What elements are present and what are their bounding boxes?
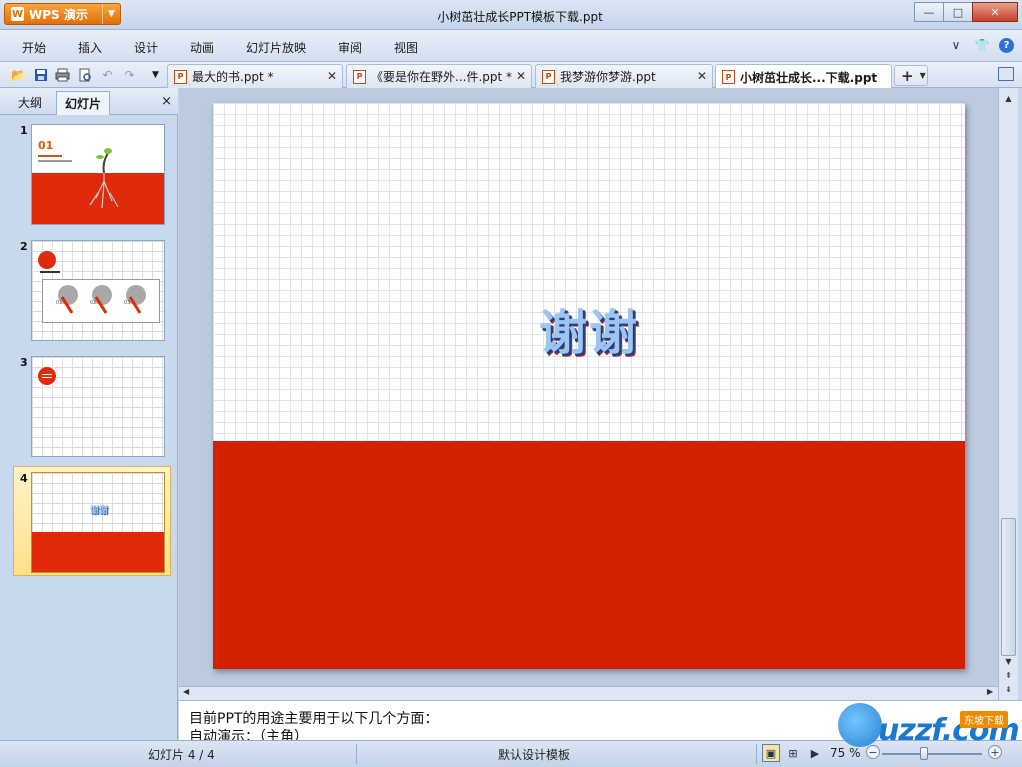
doc-tab-2[interactable]: P 《要是你在野外...件.ppt * ✕ bbox=[346, 64, 532, 88]
slide-red-band bbox=[213, 441, 965, 669]
slide-sorter-icon[interactable]: ⊞ bbox=[784, 744, 802, 762]
menu-bar: 开始 插入 设计 动画 幻灯片放映 审阅 视图 ∨ 👕 ? bbox=[0, 30, 1022, 62]
menu-slideshow[interactable]: 幻灯片放映 bbox=[246, 39, 306, 56]
tab-outline[interactable]: 大纲 bbox=[18, 94, 42, 111]
watermark-badge: 东坡下载 bbox=[960, 711, 1008, 728]
close-button[interactable]: ✕ bbox=[972, 2, 1018, 22]
tab-close-icon[interactable]: ✕ bbox=[516, 69, 526, 83]
slide-grid-background bbox=[213, 103, 965, 441]
thumb-label: 01 bbox=[56, 300, 63, 306]
quick-access-toolbar: 📂 ↶ ↷ ▼ P 最大的书.ppt * ✕ P 《要是你在野外...件.ppt… bbox=[0, 62, 1022, 89]
window-title: 小树茁壮成长PPT模板下载.ppt bbox=[437, 10, 603, 24]
slide-thumbnail-4[interactable]: 谢谢 bbox=[31, 472, 165, 573]
wps-logo-icon: W bbox=[11, 7, 24, 21]
slide-editor[interactable]: 谢谢 bbox=[213, 103, 965, 669]
save-icon[interactable] bbox=[32, 66, 49, 83]
ppt-file-icon: P bbox=[542, 69, 555, 84]
bubbles-diagram bbox=[58, 285, 146, 314]
minimize-button[interactable]: — bbox=[914, 2, 944, 22]
doc-tab-label: 《要是你在野外...件.ppt * bbox=[371, 70, 513, 84]
open-icon[interactable]: 📂 bbox=[10, 66, 27, 83]
thumb-heading: 01 bbox=[38, 139, 54, 152]
prev-slide-icon[interactable]: ⇞ bbox=[1001, 668, 1016, 683]
doc-tab-1[interactable]: P 最大的书.ppt * ✕ bbox=[167, 64, 343, 88]
slides-panel: 大纲 幻灯片 × 1 01 2 01 02 03 3 4 谢谢 bbox=[0, 88, 178, 739]
tab-close-icon[interactable]: ✕ bbox=[697, 69, 707, 83]
doc-tab-4[interactable]: P 小树茁壮成长...下载.ppt bbox=[715, 64, 892, 89]
title-bar: W WPS 演示 ▼ 小树茁壮成长PPT模板下载.ppt — □ ✕ bbox=[0, 0, 1022, 30]
normal-view-icon[interactable]: ▣ bbox=[762, 744, 780, 762]
slide-title-text[interactable]: 谢谢 bbox=[213, 293, 965, 363]
scroll-up-icon[interactable]: ▲ bbox=[1001, 91, 1016, 106]
redo-icon[interactable]: ↷ bbox=[121, 66, 138, 83]
wps-menu-button[interactable]: W WPS 演示 ▼ bbox=[4, 3, 121, 25]
scroll-down-icon[interactable]: ▼ bbox=[1001, 654, 1016, 669]
chevron-down-icon[interactable]: ▼ bbox=[920, 71, 926, 80]
new-tab-button[interactable]: + ▼ bbox=[894, 65, 928, 86]
thumb-title: 谢谢 bbox=[89, 506, 108, 516]
tab-close-icon[interactable]: ✕ bbox=[327, 69, 337, 83]
doc-tab-label: 我梦游你梦游.ppt bbox=[560, 70, 656, 84]
tab-slides[interactable]: 幻灯片 bbox=[56, 91, 111, 115]
slide-canvas-area: 谢谢 bbox=[179, 88, 998, 686]
ppt-file-icon: P bbox=[722, 70, 735, 84]
slide-thumbnail-1[interactable]: 01 bbox=[31, 124, 165, 225]
close-panel-icon[interactable]: × bbox=[161, 94, 172, 109]
menu-home[interactable]: 开始 bbox=[22, 39, 46, 56]
menu-design[interactable]: 设计 bbox=[134, 39, 158, 56]
scroll-left-icon[interactable]: ◀ bbox=[183, 687, 189, 696]
slide-number: 3 bbox=[20, 356, 28, 369]
ppt-file-icon: P bbox=[353, 69, 366, 84]
scroll-right-icon[interactable]: ▶ bbox=[987, 687, 993, 696]
next-slide-icon[interactable]: ⇟ bbox=[1001, 682, 1016, 697]
skin-icon[interactable]: 👕 bbox=[973, 36, 991, 54]
menu-animation[interactable]: 动画 bbox=[190, 39, 214, 56]
menu-review[interactable]: 审阅 bbox=[338, 39, 362, 56]
wps-brand-label: WPS 演示 bbox=[29, 7, 88, 22]
doc-tab-label: 最大的书.ppt * bbox=[192, 70, 274, 84]
ppt-file-icon: P bbox=[174, 69, 187, 84]
slide-number: 1 bbox=[20, 124, 28, 137]
maximize-button[interactable]: □ bbox=[943, 2, 973, 22]
menu-insert[interactable]: 插入 bbox=[78, 39, 102, 56]
print-preview-icon[interactable] bbox=[76, 66, 93, 83]
task-pane-icon[interactable] bbox=[998, 67, 1014, 81]
collapse-ribbon-icon[interactable]: ∨ bbox=[947, 36, 965, 54]
tree-icon bbox=[89, 148, 119, 209]
slide-thumbnail-3[interactable] bbox=[31, 356, 165, 457]
zoom-slider[interactable] bbox=[882, 753, 982, 755]
doc-tab-label: 小树茁壮成长...下载.ppt bbox=[740, 70, 878, 85]
slide-number: 4 bbox=[20, 472, 28, 485]
watermark-logo-icon bbox=[838, 703, 882, 747]
template-name: 默认设计模板 bbox=[498, 748, 571, 762]
site-watermark: uzzf.com 东坡下载 bbox=[838, 703, 1020, 751]
menu-view[interactable]: 视图 bbox=[394, 39, 418, 56]
chevron-down-icon[interactable]: ▼ bbox=[102, 4, 120, 24]
horizontal-scrollbar[interactable]: ◀ ▶ bbox=[179, 686, 998, 700]
slide-number: 2 bbox=[20, 240, 28, 253]
scrollbar-thumb[interactable] bbox=[1001, 518, 1016, 656]
slide-counter: 幻灯片 4 / 4 bbox=[148, 748, 215, 762]
thumb-label: 02 bbox=[90, 300, 97, 306]
customize-icon[interactable]: ▼ bbox=[147, 66, 164, 83]
vertical-scrollbar[interactable]: ▲ ▼ ⇞ ⇟ bbox=[998, 88, 1018, 700]
slide-thumbnail-2[interactable]: 01 02 03 bbox=[31, 240, 165, 341]
slideshow-icon[interactable]: ▶ bbox=[806, 744, 824, 762]
undo-icon[interactable]: ↶ bbox=[99, 66, 116, 83]
print-icon[interactable] bbox=[54, 66, 71, 83]
thumb-label: 03 bbox=[124, 300, 131, 306]
doc-tab-3[interactable]: P 我梦游你梦游.ppt ✕ bbox=[535, 64, 713, 88]
help-icon[interactable]: ? bbox=[999, 37, 1014, 53]
